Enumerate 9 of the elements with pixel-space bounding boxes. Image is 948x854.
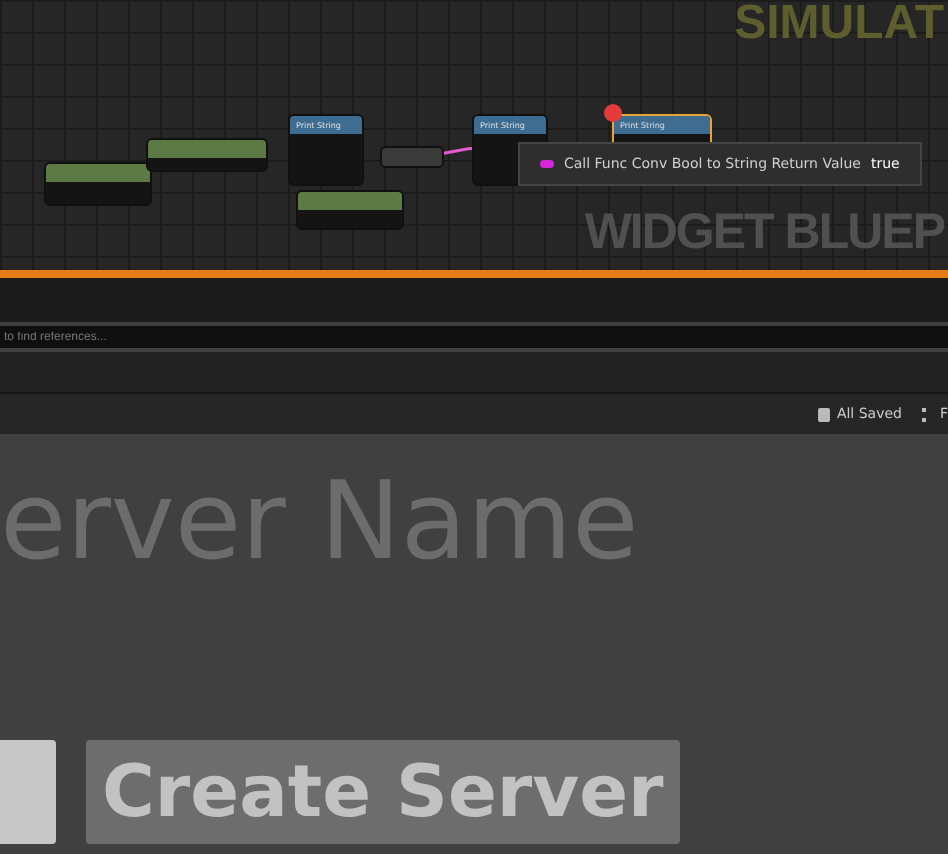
pin-icon bbox=[540, 160, 554, 168]
graph-node[interactable] bbox=[296, 190, 404, 230]
save-icon bbox=[818, 407, 831, 421]
create-server-button[interactable]: Create Server bbox=[86, 740, 680, 844]
graph-watermark: SIMULAT bbox=[734, 0, 944, 48]
breakpoint-icon[interactable] bbox=[604, 104, 622, 122]
graph-node[interactable] bbox=[44, 162, 152, 206]
graph-node[interactable] bbox=[146, 138, 268, 172]
graph-node[interactable] bbox=[380, 146, 444, 168]
